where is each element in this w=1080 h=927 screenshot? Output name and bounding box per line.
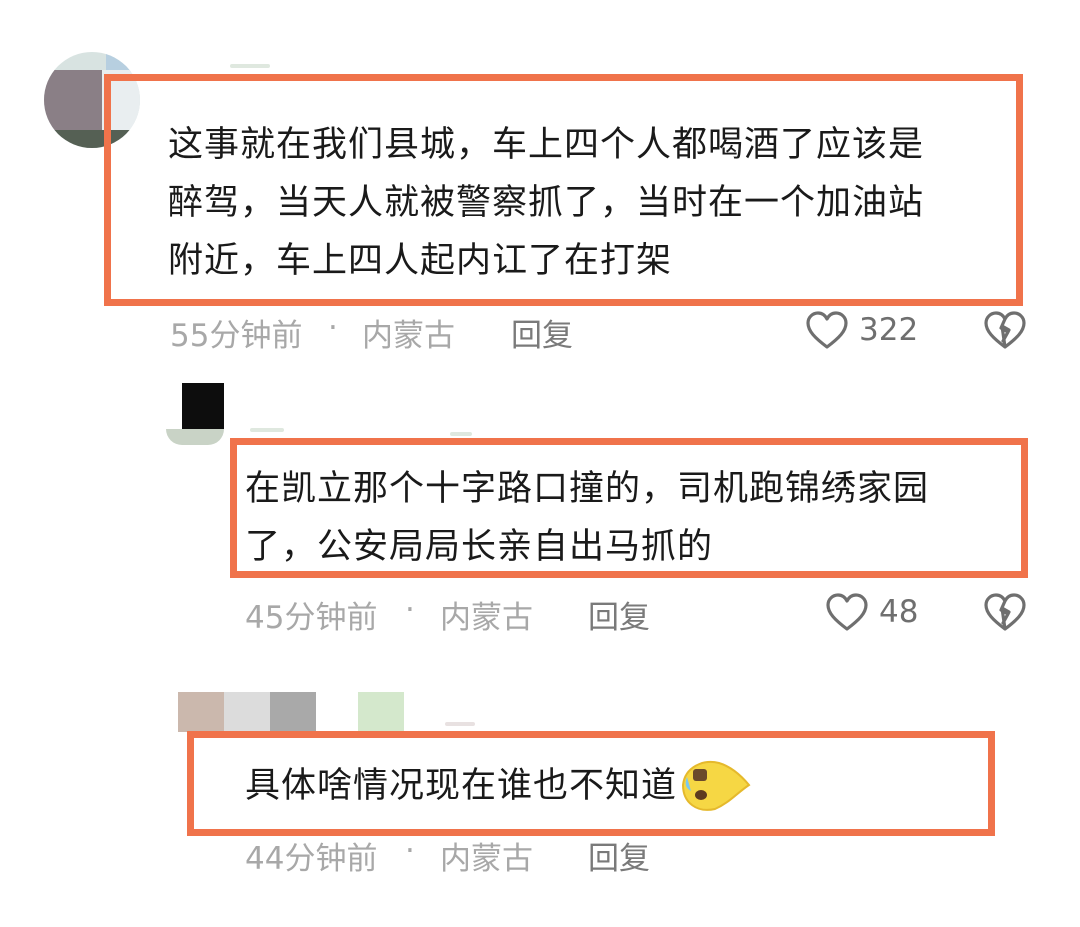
comment-location: 内蒙古 (440, 600, 533, 636)
username-blurred (250, 428, 284, 432)
comment-line: 在凯立那个十字路口撞的，司机跑锦绣家园 (245, 469, 930, 509)
heart-outline-icon (825, 592, 869, 632)
comment-location: 内蒙古 (362, 318, 455, 354)
like-button[interactable]: 322 (805, 310, 918, 350)
comment-text: 在凯立那个十字路口撞的，司机跑锦绣家园 了，公安局局长亲自出马抓的 (245, 460, 929, 576)
reply-button[interactable]: 回复 (588, 592, 650, 637)
reply-button[interactable]: 回复 (511, 310, 573, 355)
username-blurred (445, 722, 475, 726)
dislike-button[interactable] (983, 592, 1027, 632)
dislike-button[interactable] (983, 310, 1027, 350)
meta-separator: · (405, 833, 415, 869)
broken-heart-icon (983, 310, 1027, 350)
comment-time: 45分钟前 (245, 600, 378, 636)
comment-text: 这事就在我们县城，车上四个人都喝酒了应该是 醉驾，当天人就被警察抓了，当时在一个… (168, 116, 924, 290)
comment-time: 44分钟前 (245, 841, 378, 877)
comment-time: 55分钟前 (170, 318, 303, 354)
reply-button[interactable]: 回复 (588, 833, 650, 878)
avatar[interactable] (166, 383, 224, 445)
like-button[interactable]: 48 (825, 592, 918, 632)
comment-location: 内蒙古 (440, 841, 533, 877)
avatar[interactable] (174, 692, 404, 732)
username-blurred (450, 432, 472, 436)
comment-line: 这事就在我们县城，车上四个人都喝酒了应该是 (168, 125, 925, 165)
comment-line: 醉驾，当天人就被警察抓了，当时在一个加油站 (168, 183, 925, 223)
username-blurred (230, 64, 270, 68)
like-count: 48 (879, 594, 919, 630)
crying-emoji-icon (679, 755, 751, 817)
meta-separator: · (328, 310, 338, 346)
comment-text: 具体啥情况现在谁也不知道 (245, 755, 751, 817)
comment-line: 了，公安局局长亲自出马抓的 (245, 527, 714, 567)
broken-heart-icon (983, 592, 1027, 632)
meta-separator: · (405, 592, 415, 628)
comment-line: 具体啥情况现在谁也不知道 (245, 766, 678, 806)
like-count: 322 (859, 312, 919, 348)
heart-outline-icon (805, 310, 849, 350)
comment-line: 附近，车上四人起内讧了在打架 (168, 241, 673, 281)
